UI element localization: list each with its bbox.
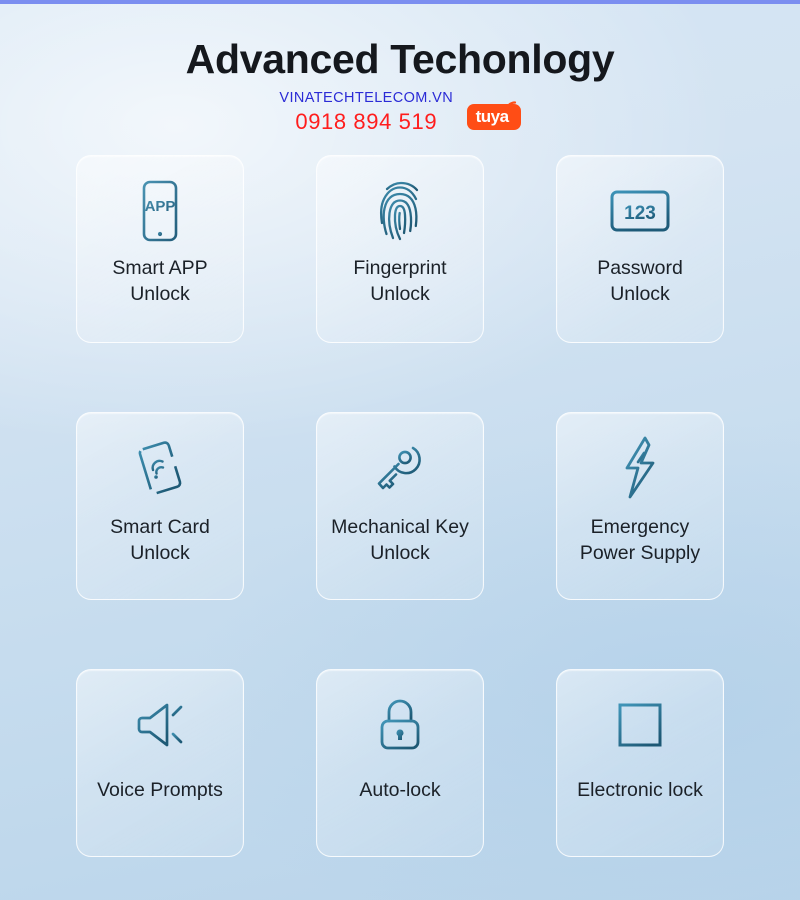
tuya-wifi-arc-icon (504, 101, 516, 112)
fingerprint-icon (371, 168, 429, 254)
feature-card-electronic-lock[interactable]: Electronic lock (556, 669, 724, 857)
phone-number-text: 0918 894 519 (295, 108, 438, 134)
feature-card-voice-prompts[interactable]: Voice Prompts (76, 669, 244, 857)
app-icon-text: APP (145, 198, 176, 215)
electronic-lock-icon (616, 682, 664, 768)
feature-card-emergency-power-supply[interactable]: Emergency Power Supply (556, 412, 724, 600)
contact-text-lines: VINATECHTELECOM.VN 0918 894 519 (279, 90, 453, 135)
feature-card-mechanical-key-unlock[interactable]: Mechanical Key Unlock (316, 412, 484, 600)
feature-label: Password Unlock (597, 257, 683, 305)
feature-label: Smart APP Unlock (112, 257, 208, 305)
contact-block: VINATECHTELECOM.VN 0918 894 519 tuya (279, 90, 521, 135)
page-header: Advanced Techonlogy VINATECHTELECOM.VN 0… (0, 0, 800, 135)
mechanical-key-icon (369, 425, 431, 511)
megaphone-icon (128, 682, 192, 768)
feature-card-smart-app-unlock[interactable]: APP Smart APP Unlock (76, 155, 244, 343)
lightning-bolt-icon (617, 425, 663, 511)
feature-label: Emergency Power Supply (579, 516, 701, 564)
password-digits-text: 123 (624, 203, 656, 224)
feature-label: Mechanical Key Unlock (331, 516, 469, 564)
feature-card-password-unlock[interactable]: 123 Password Unlock (556, 155, 724, 343)
tuya-brand-logo: tuya (466, 101, 521, 130)
top-accent-bar (0, 0, 800, 4)
feature-label: Electronic lock (577, 779, 703, 801)
feature-label: Voice Prompts (97, 779, 223, 801)
smart-card-nfc-icon (129, 425, 191, 511)
password-123-icon: 123 (609, 168, 671, 254)
website-text: VINATECHTELECOM.VN (279, 90, 454, 107)
feature-label: Auto-lock (359, 779, 441, 801)
feature-card-fingerprint-unlock[interactable]: Fingerprint Unlock (316, 155, 484, 343)
feature-card-smart-card-unlock[interactable]: Smart Card Unlock (76, 412, 244, 600)
smartphone-app-icon: APP (137, 168, 183, 254)
padlock-icon (374, 682, 426, 768)
feature-grid: APP Smart APP Unlock Fingerprint Unlock … (40, 155, 760, 857)
promo-page: Advanced Techonlogy VINATECHTELECOM.VN 0… (0, 0, 800, 900)
feature-label: Smart Card Unlock (110, 516, 210, 564)
page-title: Advanced Techonlogy (185, 36, 615, 82)
feature-card-auto-lock[interactable]: Auto-lock (316, 669, 484, 857)
feature-label: Fingerprint Unlock (353, 257, 447, 305)
